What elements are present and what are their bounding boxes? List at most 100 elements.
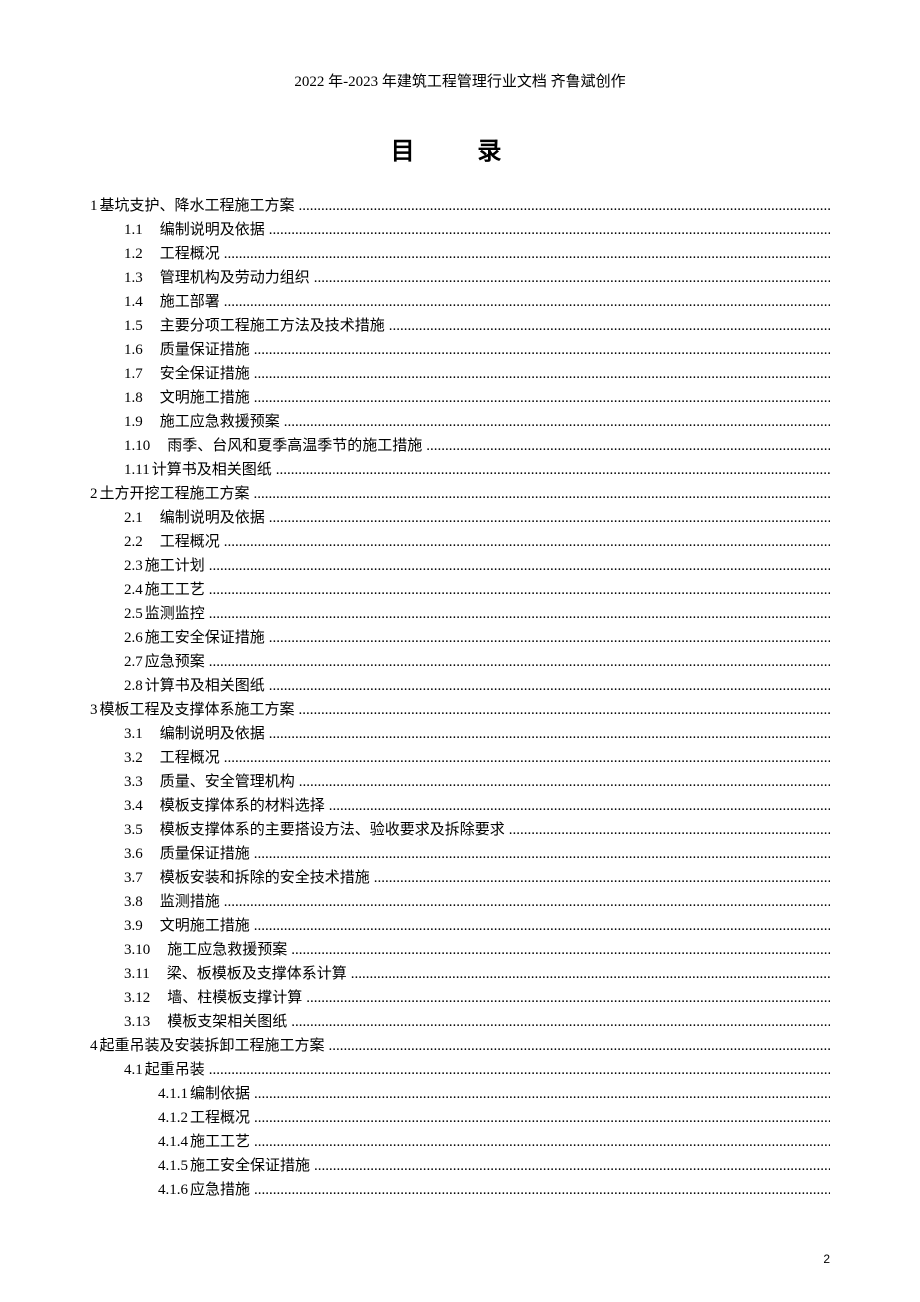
toc-entry-number: 1.4	[124, 290, 143, 314]
toc-entry-number: 3.8	[124, 890, 143, 914]
toc-entry: 2.3 施工计划	[90, 554, 830, 578]
toc-entry-number: 4.1.5	[158, 1154, 188, 1178]
toc-entry-number: 1.5	[124, 314, 143, 338]
toc-entry-label: 文明施工措施	[143, 386, 250, 410]
toc-leader-dots	[325, 794, 830, 818]
toc-leader-dots	[220, 746, 830, 770]
toc-leader-dots	[310, 266, 830, 290]
page-number: 2	[823, 1252, 830, 1266]
toc-entry-label: 计算书及相关图纸	[150, 458, 272, 482]
toc-entry-label: 雨季、台风和夏季高温季节的施工措施	[150, 434, 422, 458]
toc-entry: 1.4 施工部署	[90, 290, 830, 314]
toc-entry: 1.7 安全保证措施	[90, 362, 830, 386]
toc-entry: 3 模板工程及支撑体系施工方案	[90, 698, 830, 722]
toc-entry-label: 质量保证措施	[143, 842, 250, 866]
toc-entry-number: 2	[90, 482, 98, 506]
toc-entry-number: 1.3	[124, 266, 143, 290]
toc-leader-dots	[295, 770, 830, 794]
toc-leader-dots	[250, 386, 830, 410]
toc-entry-label: 监测监控	[143, 602, 205, 626]
toc-entry: 1.1 编制说明及依据	[90, 218, 830, 242]
toc-leader-dots	[250, 914, 830, 938]
toc-entry-label: 安全保证措施	[143, 362, 250, 386]
toc-entry-label: 质量保证措施	[143, 338, 250, 362]
toc-entry-label: 工程概况	[143, 530, 220, 554]
toc-entry-number: 4.1	[124, 1058, 143, 1082]
toc-entry: 1 基坑支护、降水工程施工方案	[90, 194, 830, 218]
toc-entry-number: 3.13	[124, 1010, 150, 1034]
toc-entry-label: 土方开挖工程施工方案	[98, 482, 250, 506]
toc-entry: 2.2 工程概况	[90, 530, 830, 554]
toc-entry: 4.1.5 施工安全保证措施	[90, 1154, 830, 1178]
toc-leader-dots	[250, 842, 830, 866]
toc-entry-number: 1.7	[124, 362, 143, 386]
toc-entry: 1.8 文明施工措施	[90, 386, 830, 410]
toc-entry-label: 工程概况	[143, 746, 220, 770]
toc-leader-dots	[265, 722, 830, 746]
toc-entry-label: 编制说明及依据	[143, 218, 265, 242]
toc-leader-dots	[347, 962, 830, 986]
toc-leader-dots	[250, 1106, 830, 1130]
toc-entry: 3.6 质量保证措施	[90, 842, 830, 866]
toc-entry-number: 2.3	[124, 554, 143, 578]
toc-entry-label: 应急预案	[143, 650, 205, 674]
toc-entry-number: 3.7	[124, 866, 143, 890]
toc-entry-number: 3.6	[124, 842, 143, 866]
toc-leader-dots	[287, 1010, 830, 1034]
toc-entry-label: 施工工艺	[143, 578, 205, 602]
toc-leader-dots	[302, 986, 830, 1010]
toc-entry: 3.5 模板支撑体系的主要搭设方法、验收要求及拆除要求	[90, 818, 830, 842]
toc-entry: 1.11 计算书及相关图纸	[90, 458, 830, 482]
toc-entry-number: 2.8	[124, 674, 143, 698]
toc-entry-number: 3.2	[124, 746, 143, 770]
toc-entry-label: 应急措施	[188, 1178, 250, 1202]
toc-entry-number: 3	[90, 698, 98, 722]
toc-leader-dots	[272, 458, 830, 482]
toc-leader-dots	[310, 1154, 830, 1178]
toc-entry: 1.9 施工应急救援预案	[90, 410, 830, 434]
toc-entry-number: 1.2	[124, 242, 143, 266]
toc-entry-number: 3.12	[124, 986, 150, 1010]
toc-entry: 3.1 编制说明及依据	[90, 722, 830, 746]
toc-entry-number: 3.9	[124, 914, 143, 938]
toc-entry: 1.5 主要分项工程施工方法及技术措施	[90, 314, 830, 338]
toc-leader-dots	[250, 1178, 830, 1202]
toc-leader-dots	[220, 242, 830, 266]
toc-entry-number: 3.10	[124, 938, 150, 962]
toc-entry-number: 2.2	[124, 530, 143, 554]
toc-leader-dots	[280, 410, 830, 434]
toc-entry-number: 4.1.2	[158, 1106, 188, 1130]
toc-entry-label: 编制说明及依据	[143, 506, 265, 530]
toc-entry: 2.8 计算书及相关图纸	[90, 674, 830, 698]
toc-entry-label: 梁、板模板及支撑体系计算	[150, 962, 347, 986]
toc-entry-label: 监测措施	[143, 890, 220, 914]
toc-entry-number: 2.4	[124, 578, 143, 602]
toc-leader-dots	[505, 818, 830, 842]
toc-entry-number: 3.5	[124, 818, 143, 842]
toc-entry-number: 4.1.1	[158, 1082, 188, 1106]
toc-entry-number: 3.1	[124, 722, 143, 746]
toc-entry: 4.1.1 编制依据	[90, 1082, 830, 1106]
toc-leader-dots	[370, 866, 830, 890]
toc-entry-number: 3.4	[124, 794, 143, 818]
toc-leader-dots	[250, 482, 830, 506]
toc-entry: 3.13 模板支架相关图纸	[90, 1010, 830, 1034]
toc-entry: 3.8 监测措施	[90, 890, 830, 914]
toc-entry: 4.1.2 工程概况	[90, 1106, 830, 1130]
toc-entry-label: 模板安装和拆除的安全技术措施	[143, 866, 370, 890]
toc-leader-dots	[422, 434, 830, 458]
toc-leader-dots	[250, 1130, 830, 1154]
toc-entry-number: 1.6	[124, 338, 143, 362]
toc-entry: 2.4 施工工艺	[90, 578, 830, 602]
toc-leader-dots	[385, 314, 830, 338]
toc-entry: 2.7 应急预案	[90, 650, 830, 674]
toc-entry-label: 工程概况	[143, 242, 220, 266]
toc-leader-dots	[205, 650, 830, 674]
toc-entry: 1.6 质量保证措施	[90, 338, 830, 362]
toc-entry-label: 模板支撑体系的材料选择	[143, 794, 325, 818]
toc-entry: 1.2 工程概况	[90, 242, 830, 266]
toc-entry-number: 2.6	[124, 626, 143, 650]
toc-entry-number: 2.5	[124, 602, 143, 626]
toc-leader-dots	[250, 362, 830, 386]
toc-entry: 3.9 文明施工措施	[90, 914, 830, 938]
